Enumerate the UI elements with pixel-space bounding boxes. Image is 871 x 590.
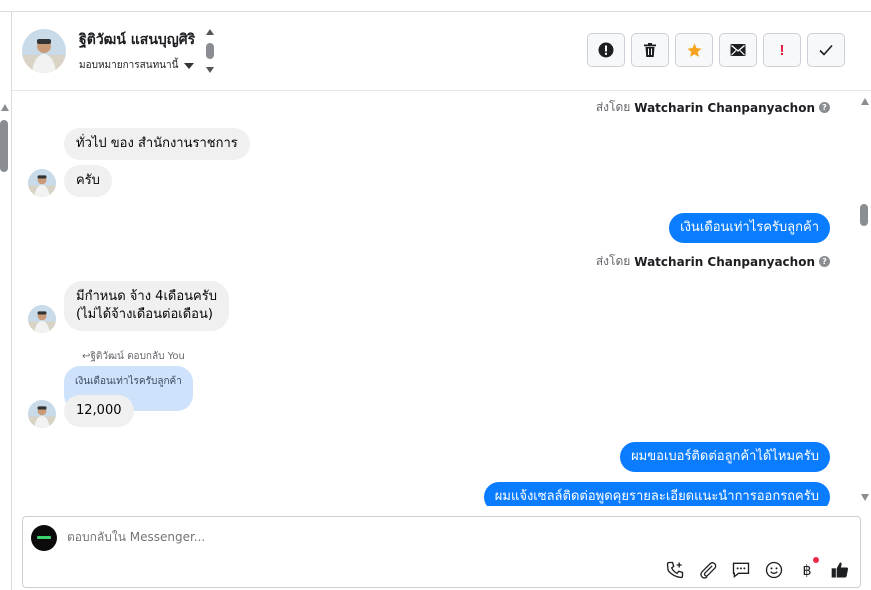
scroll-down-icon[interactable] xyxy=(861,494,869,501)
help-icon[interactable]: ? xyxy=(819,102,830,113)
mark-unread-button[interactable] xyxy=(719,33,757,67)
contact-avatar-small[interactable] xyxy=(28,305,56,333)
trash-icon xyxy=(644,43,656,57)
incoming-message[interactable]: มีกำหนด จ้าง 4เดือนครับ (ไม่ได้จ้างเดือน… xyxy=(64,281,229,331)
conversation-actions: ! xyxy=(587,33,845,67)
agent-name: Watcharin Chanpanyachon xyxy=(634,100,815,115)
message-line: (ไม่ได้จ้างเดือนต่อเดือน) xyxy=(76,307,213,322)
incoming-message[interactable]: 12,000 xyxy=(64,395,134,427)
svg-text:฿: ฿ xyxy=(802,563,811,579)
notification-dot xyxy=(813,557,819,563)
important-button[interactable]: ! xyxy=(763,33,801,67)
paperclip-icon[interactable] xyxy=(697,559,718,580)
emoji-icon[interactable] xyxy=(763,559,784,580)
reply-label: ↩ฐิติวัฒน์ ตอบกลับ You xyxy=(82,351,185,362)
message-line: มีกำหนด จ้าง 4เดือนครับ xyxy=(76,289,217,304)
thumbs-up-icon[interactable] xyxy=(829,559,850,580)
chat-scrollbar[interactable] xyxy=(859,96,871,506)
left-scrollbar[interactable] xyxy=(0,104,10,174)
done-button[interactable] xyxy=(807,33,845,67)
assign-label: มอบหมายการสนทนานี้ xyxy=(79,60,179,71)
baht-icon[interactable]: ฿ xyxy=(796,557,819,580)
conversation-header: ฐิติวัฒน์ แสนบุญศิริ มอบหมายการสนทนานี้ … xyxy=(12,13,871,91)
name-scrollbar[interactable] xyxy=(205,29,215,77)
outgoing-message[interactable]: เงินเดือนเท่าไรครับลูกค้า xyxy=(669,213,830,243)
scroll-thumb[interactable] xyxy=(0,120,8,172)
saved-reply-icon[interactable] xyxy=(730,559,751,580)
star-icon xyxy=(686,42,702,57)
message-thread: ส่งโดย Watcharin Chanpanyachon ? ทั่วไป … xyxy=(12,92,856,506)
exclamation-icon: ! xyxy=(779,41,785,59)
page-avatar xyxy=(31,525,57,551)
contact-avatar-small[interactable] xyxy=(28,169,56,197)
chevron-down-icon xyxy=(184,62,195,69)
message-composer: ฿ xyxy=(22,516,861,588)
contact-avatar[interactable] xyxy=(22,29,66,73)
scroll-thumb[interactable] xyxy=(206,43,214,59)
contact-name[interactable]: ฐิติวัฒน์ แสนบุญศิริ xyxy=(79,29,195,51)
alert-circle-icon xyxy=(598,42,614,58)
reply-input[interactable] xyxy=(67,530,567,544)
star-button[interactable] xyxy=(675,33,713,67)
top-border xyxy=(0,0,871,12)
scroll-up-icon[interactable] xyxy=(861,98,869,105)
incoming-message[interactable]: ทั่วไป ของ สำนักงานราชการ xyxy=(64,128,250,160)
outgoing-message[interactable]: ผมขอเบอร์ติดต่อลูกค้าได้ไหมครับ xyxy=(620,442,830,472)
scroll-thumb[interactable] xyxy=(860,204,868,226)
agent-name: Watcharin Chanpanyachon xyxy=(634,254,815,269)
sent-by-label: ส่งโดย Watcharin Chanpanyachon ? xyxy=(596,252,830,271)
report-button[interactable] xyxy=(587,33,625,67)
sent-by-prefix: ส่งโดย xyxy=(595,254,631,268)
incoming-message[interactable]: ครับ xyxy=(64,165,112,197)
contact-avatar-small[interactable] xyxy=(28,400,56,428)
assign-conversation-dropdown[interactable]: มอบหมายการสนทนานี้ xyxy=(79,58,195,73)
outgoing-message[interactable]: ผมแจ้งเซลล์ติดต่อพูดคุยรายละเอียดแนะนำกา… xyxy=(483,482,830,506)
delete-button[interactable] xyxy=(631,33,669,67)
help-icon[interactable]: ? xyxy=(819,256,830,267)
scroll-down-icon[interactable] xyxy=(206,67,214,73)
sent-by-label: ส่งโดย Watcharin Chanpanyachon ? xyxy=(596,98,830,117)
scroll-up-icon[interactable] xyxy=(206,29,214,35)
composer-toolbar: ฿ xyxy=(664,557,850,580)
scroll-up-icon[interactable] xyxy=(1,104,9,111)
phone-add-icon[interactable] xyxy=(664,559,685,580)
check-icon xyxy=(819,44,833,56)
envelope-icon xyxy=(730,44,746,56)
sent-by-prefix: ส่งโดย xyxy=(595,100,631,114)
